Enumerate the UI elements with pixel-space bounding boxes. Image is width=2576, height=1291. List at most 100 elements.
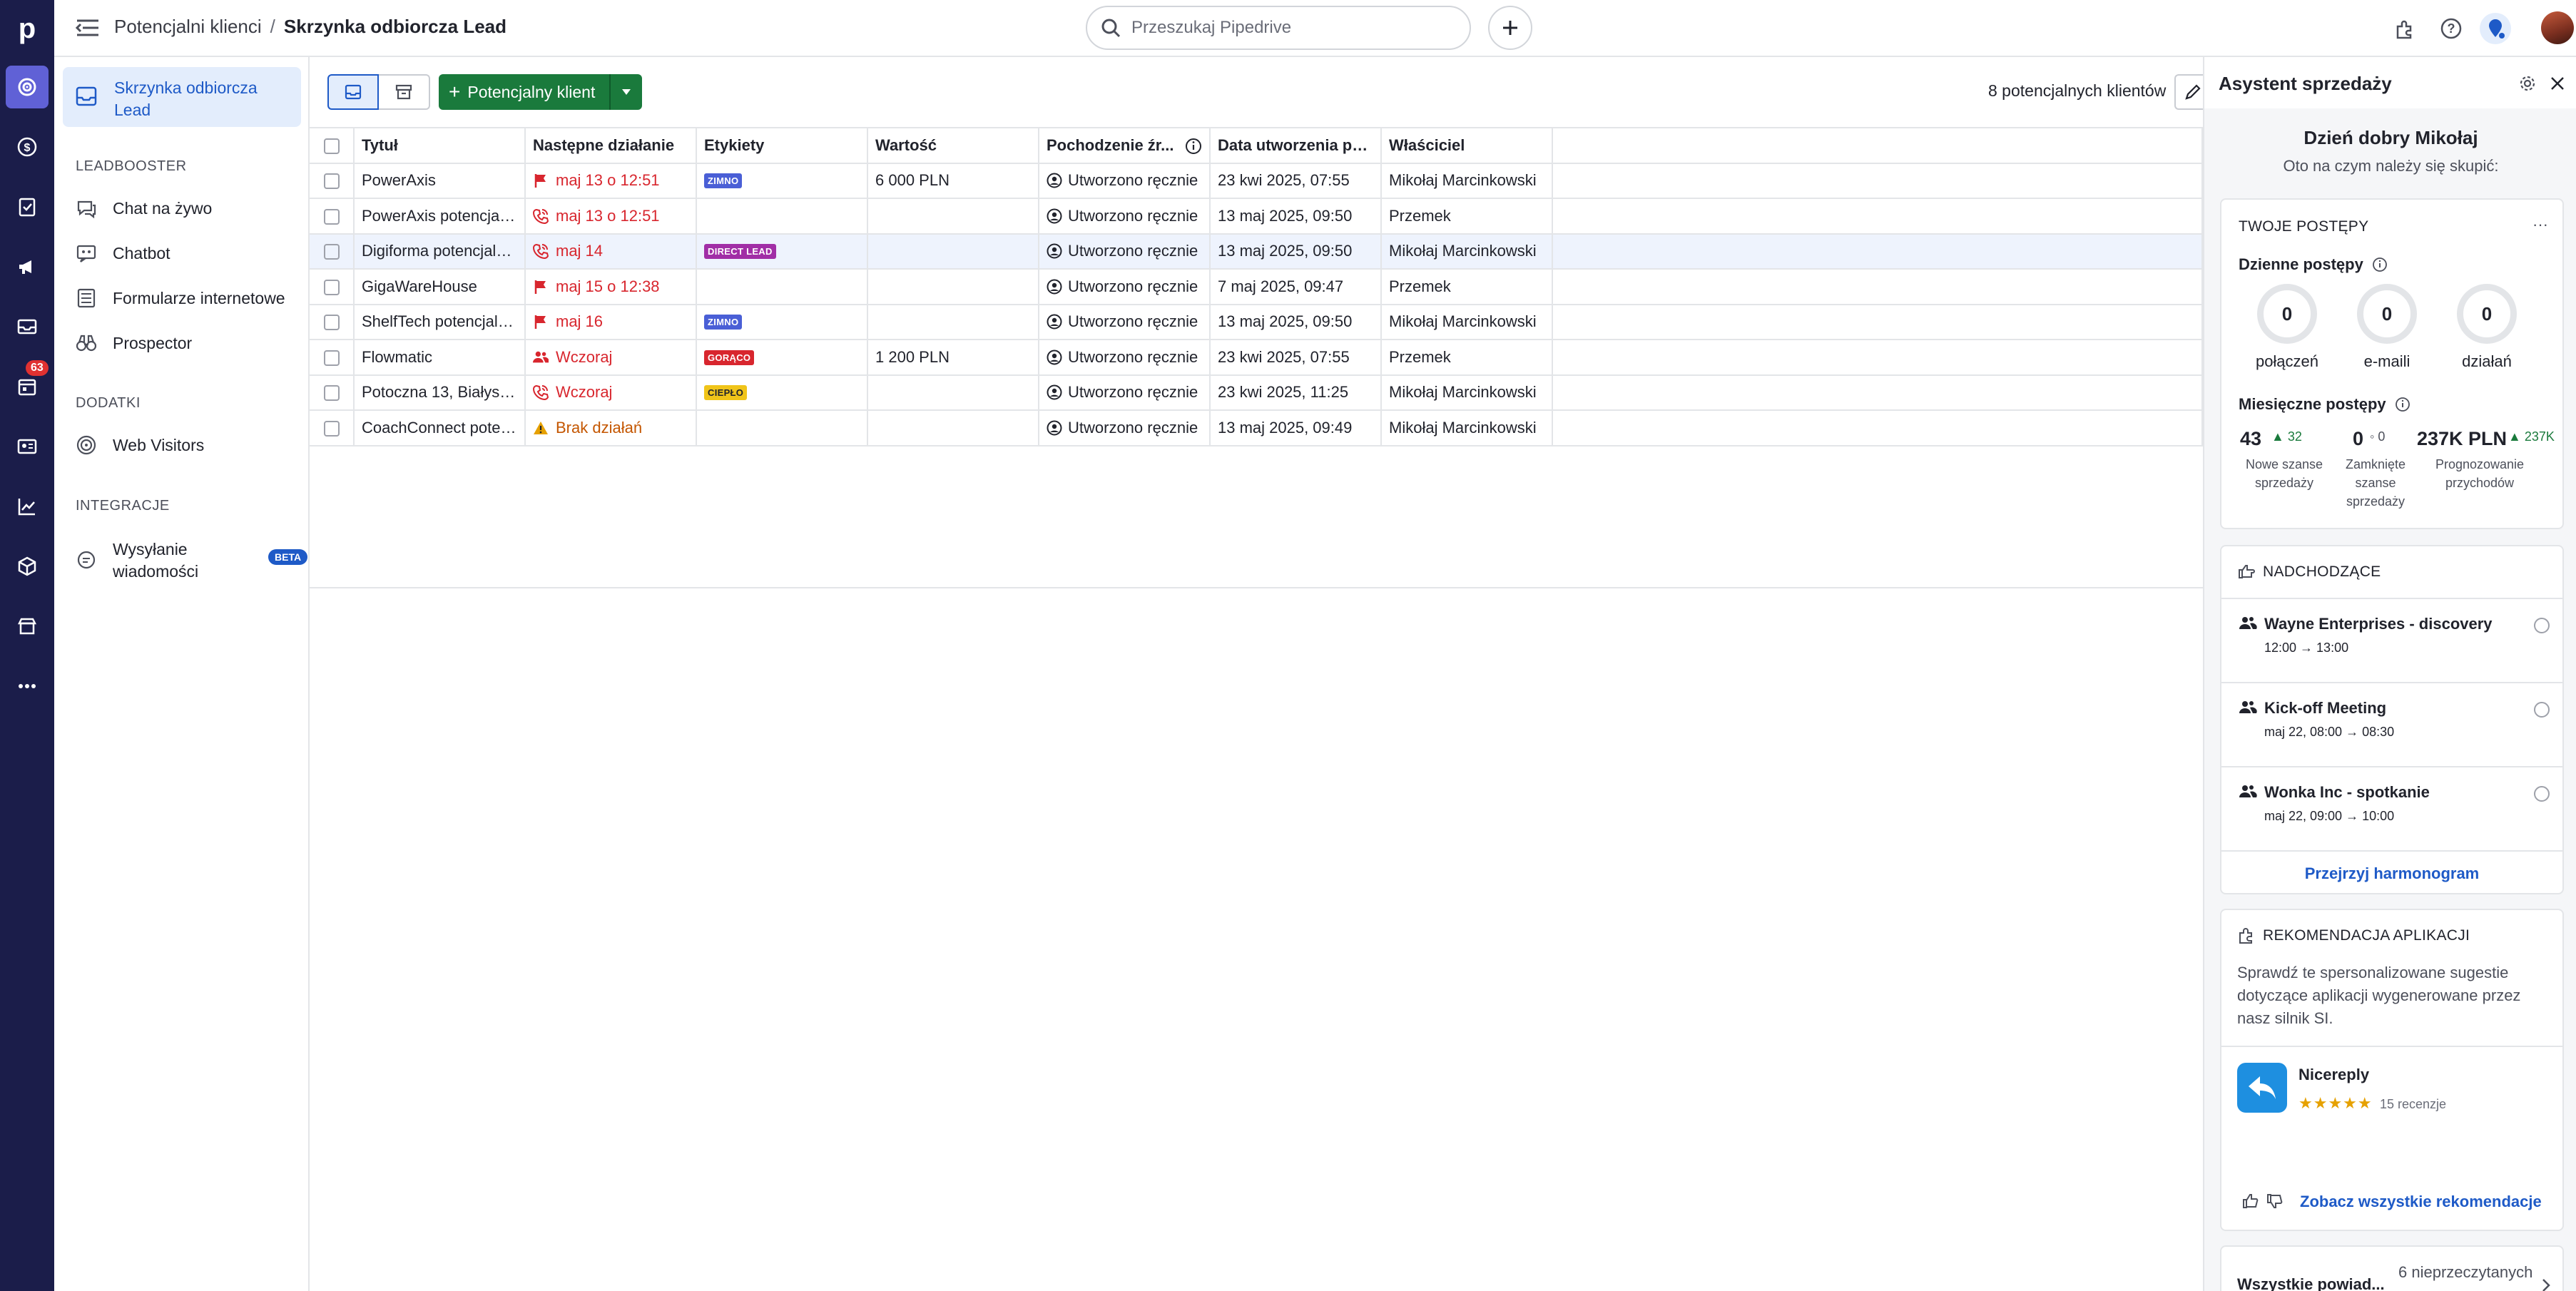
created-date-cell[interactable]: 23 kwi 2025, 07:55: [1210, 340, 1382, 376]
user-avatar[interactable]: [2541, 11, 2574, 44]
info-icon[interactable]: [1185, 138, 1202, 155]
sidebar-item-chatbot[interactable]: Chatbot: [74, 235, 302, 272]
lead-title[interactable]: PowerAxis potencjalny kli...: [354, 198, 526, 235]
event-complete-radio[interactable]: [2534, 702, 2550, 718]
quick-add-button[interactable]: [1488, 6, 1532, 50]
value-cell[interactable]: [867, 233, 1039, 270]
row-checkbox[interactable]: [310, 233, 355, 270]
row-checkbox[interactable]: [310, 198, 355, 235]
origin-cell[interactable]: Utworzono ręcznie: [1039, 198, 1211, 235]
created-date-cell[interactable]: 23 kwi 2025, 07:55: [1210, 163, 1382, 199]
next-action-cell[interactable]: maj 14: [525, 233, 697, 270]
table-row[interactable]: Digiforma potencjalny klie... maj 14 DIREC…: [310, 233, 2203, 270]
next-action-cell[interactable]: Brak działań: [525, 410, 697, 447]
origin-cell[interactable]: Utworzono ręcznie: [1039, 410, 1211, 447]
select-all-checkbox[interactable]: [310, 127, 355, 164]
sidebar-item-web-visitors[interactable]: Web Visitors: [74, 427, 302, 464]
origin-cell[interactable]: Utworzono ręcznie: [1039, 233, 1211, 270]
labels-cell[interactable]: [696, 410, 868, 447]
deals-nav-icon[interactable]: $: [6, 126, 49, 168]
thumbs-down-icon[interactable]: [2266, 1193, 2283, 1210]
more-nav-icon[interactable]: [6, 665, 49, 708]
more-options-icon[interactable]: ···: [2532, 215, 2548, 234]
info-icon[interactable]: [2372, 257, 2388, 272]
next-action-cell[interactable]: maj 13 o 12:51: [525, 198, 697, 235]
owner-cell[interactable]: Mikołaj Marcinkowski: [1381, 410, 1553, 447]
campaigns-nav-icon[interactable]: [6, 245, 49, 288]
lead-title[interactable]: Potoczna 13, Białystok po...: [354, 374, 526, 411]
column-header-created[interactable]: Data utworzenia po...: [1210, 127, 1382, 164]
contacts-nav-icon[interactable]: [6, 425, 49, 468]
info-icon[interactable]: [2395, 397, 2410, 412]
table-row[interactable]: GigaWareHouse maj 15 o 12:38 Utworzono ręc…: [310, 269, 2203, 305]
products-nav-icon[interactable]: [6, 545, 49, 588]
owner-cell[interactable]: Mikołaj Marcinkowski: [1381, 304, 1553, 340]
search-box[interactable]: [1086, 6, 1471, 50]
column-header-labels[interactable]: Etykiety: [696, 127, 868, 164]
labels-cell[interactable]: ZIMNO: [696, 163, 868, 199]
table-row[interactable]: ShelfTech potencjalny kli... maj 16 ZIMNO U…: [310, 304, 2203, 340]
column-header-value[interactable]: Wartość: [867, 127, 1039, 164]
value-cell[interactable]: 1 200 PLN: [867, 340, 1039, 376]
created-date-cell[interactable]: 23 kwi 2025, 11:25: [1210, 374, 1382, 411]
row-checkbox[interactable]: [310, 304, 355, 340]
origin-cell[interactable]: Utworzono ręcznie: [1039, 269, 1211, 305]
next-action-cell[interactable]: Wczoraj: [525, 374, 697, 411]
column-header-source-origin[interactable]: Pochodzenie źr...: [1039, 127, 1211, 164]
mail-nav-icon[interactable]: [6, 305, 49, 348]
row-checkbox[interactable]: [310, 374, 355, 411]
lead-title[interactable]: Flowmatic: [354, 340, 526, 376]
collapse-menu-icon[interactable]: [76, 17, 100, 39]
sidebar-item-live-chat[interactable]: Chat na żywo: [74, 190, 302, 227]
pipedrive-logo[interactable]: p: [7, 9, 47, 49]
inbox-view-button[interactable]: [327, 74, 379, 110]
table-row[interactable]: PowerAxis potencjalny kli... maj 13 o 12:…: [310, 198, 2203, 235]
column-header-owner[interactable]: Właściciel: [1381, 127, 1553, 164]
app-name[interactable]: Nicereply: [2298, 1066, 2369, 1084]
owner-cell[interactable]: Mikołaj Marcinkowski: [1381, 163, 1553, 199]
column-header-next-action[interactable]: Następne działanie: [525, 127, 697, 164]
gear-icon[interactable]: [2518, 74, 2537, 93]
insights-nav-icon[interactable]: [6, 485, 49, 528]
sidebar-item-prospector[interactable]: Prospector: [74, 325, 302, 362]
breadcrumb-parent[interactable]: Potencjalni klienci: [114, 16, 262, 37]
labels-cell[interactable]: CIEPŁO: [696, 374, 868, 411]
marketplace-nav-icon[interactable]: [6, 605, 49, 648]
thumbs-up-icon[interactable]: [2241, 1193, 2259, 1210]
see-all-recommendations-link[interactable]: Zobacz wszystkie rekomendacje: [2300, 1193, 2542, 1211]
lead-title[interactable]: GigaWareHouse: [354, 269, 526, 305]
event-complete-radio[interactable]: [2534, 618, 2550, 633]
sales-assistant-icon[interactable]: [2480, 13, 2511, 44]
lead-title[interactable]: CoachConnect potencjal...: [354, 410, 526, 447]
row-checkbox[interactable]: [310, 269, 355, 305]
table-row[interactable]: CoachConnect potencjal... Brak działań Utw…: [310, 410, 2203, 447]
nicereply-app-logo[interactable]: [2237, 1063, 2287, 1113]
owner-cell[interactable]: Mikołaj Marcinkowski: [1381, 374, 1553, 411]
sidebar-item-web-forms[interactable]: Formularze internetowe: [74, 280, 302, 317]
archive-view-button[interactable]: [379, 74, 430, 110]
next-action-cell[interactable]: Wczoraj: [525, 340, 697, 376]
labels-cell[interactable]: [696, 269, 868, 305]
created-date-cell[interactable]: 13 maj 2025, 09:49: [1210, 410, 1382, 447]
origin-cell[interactable]: Utworzono ręcznie: [1039, 340, 1211, 376]
notifications-card[interactable]: Wszystkie powiad... 6 nieprzeczytanych: [2220, 1245, 2564, 1291]
owner-cell[interactable]: Przemek: [1381, 269, 1553, 305]
labels-cell[interactable]: GORĄCO: [696, 340, 868, 376]
value-cell[interactable]: [867, 198, 1039, 235]
leads-nav-icon[interactable]: [6, 66, 49, 108]
lead-title[interactable]: PowerAxis: [354, 163, 526, 199]
event-complete-radio[interactable]: [2534, 786, 2550, 802]
value-cell[interactable]: [867, 374, 1039, 411]
value-cell[interactable]: [867, 410, 1039, 447]
lead-title[interactable]: Digiforma potencjalny klie...: [354, 233, 526, 270]
lead-title[interactable]: ShelfTech potencjalny kli...: [354, 304, 526, 340]
created-date-cell[interactable]: 13 maj 2025, 09:50: [1210, 304, 1382, 340]
owner-cell[interactable]: Mikołaj Marcinkowski: [1381, 233, 1553, 270]
sidebar-item-leads-inbox[interactable]: Skrzynka odbiorcza Lead: [63, 67, 301, 127]
owner-cell[interactable]: Przemek: [1381, 340, 1553, 376]
row-checkbox[interactable]: [310, 340, 355, 376]
table-row[interactable]: PowerAxis maj 13 o 12:51 ZIMNO 6 000 PLN Utw…: [310, 163, 2203, 199]
extensions-icon[interactable]: [2390, 13, 2421, 44]
value-cell[interactable]: [867, 269, 1039, 305]
next-action-cell[interactable]: maj 16: [525, 304, 697, 340]
